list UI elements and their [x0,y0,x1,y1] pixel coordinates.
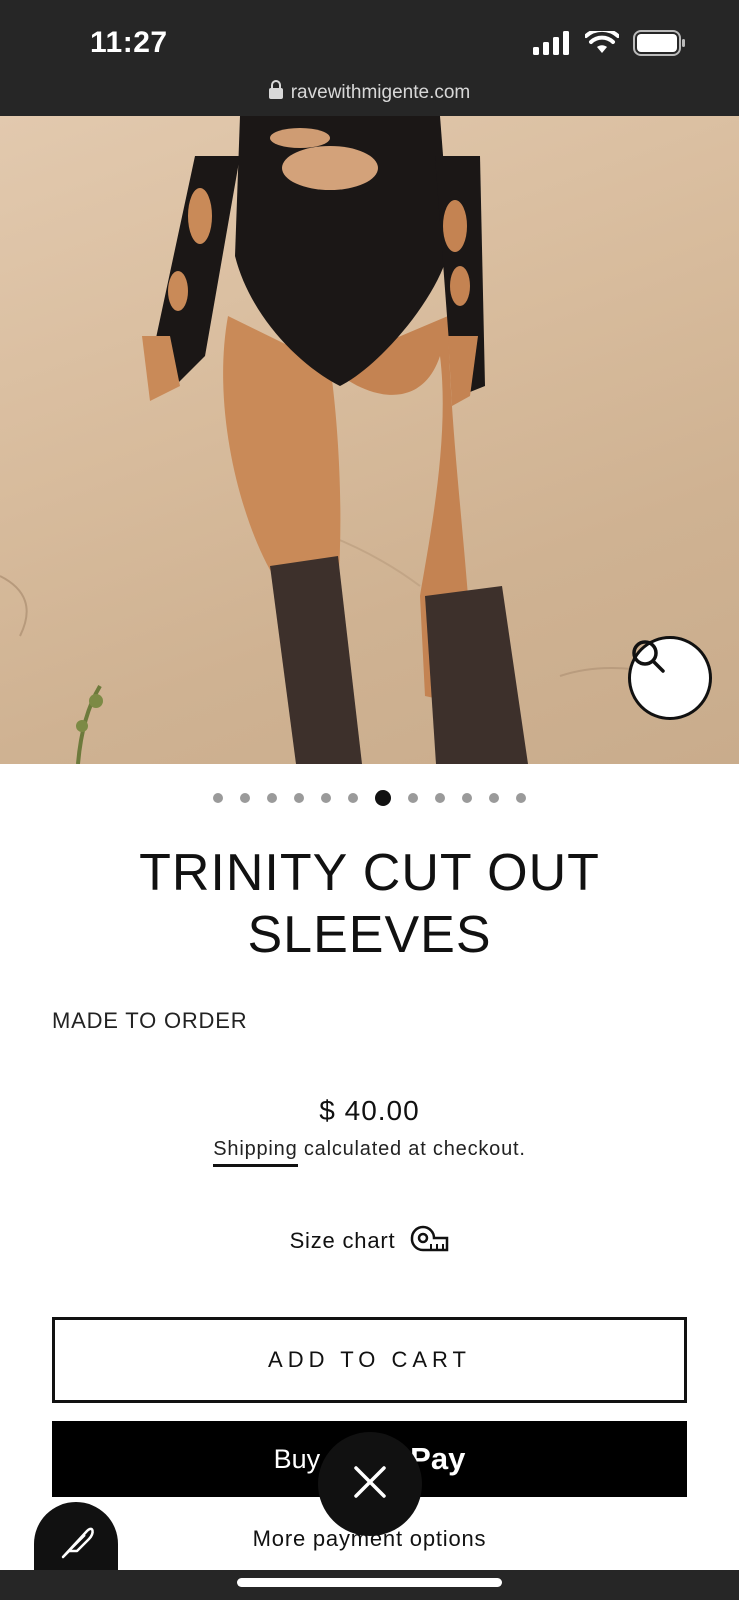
buy-left-label: Buy [273,1443,321,1474]
gallery-dot[interactable] [435,793,445,803]
shipping-text: calculated at checkout. [297,1138,526,1160]
add-to-cart-button[interactable]: ADD TO CART [52,1317,687,1403]
home-bar [0,1570,739,1600]
product-image[interactable] [0,116,739,764]
gallery-dot[interactable] [348,793,358,803]
tape-measure-icon [409,1224,449,1258]
size-chart-link[interactable]: Size chart [0,1224,739,1258]
feather-icon [57,1523,95,1566]
close-icon [353,1465,387,1504]
home-indicator[interactable] [237,1578,502,1587]
gallery-dot[interactable] [408,793,418,803]
status-bar: 11:27 ravewithmigente.com [0,0,739,116]
wifi-icon [584,27,620,60]
gallery-dot[interactable] [294,793,304,803]
url-text: ravewithmigente.com [290,81,471,103]
shipping-note: Shipping calculated at checkout. [0,1138,739,1167]
close-button[interactable] [318,1432,422,1536]
product-photo-illustration [0,116,701,764]
gallery-pagination [0,790,739,806]
battery-icon [633,30,687,61]
gallery-dot[interactable] [462,793,472,803]
size-chart-label: Size chart [289,1228,396,1253]
signal-icon [533,31,571,60]
status-icons [533,27,687,61]
gallery-dot[interactable] [240,793,250,803]
gallery-dot[interactable] [267,793,277,803]
product-price: $ 40.00 [319,1095,420,1126]
gallery-dot[interactable] [375,790,391,806]
availability-label: MADE TO ORDER [52,1008,248,1033]
url-bar[interactable]: ravewithmigente.com [0,80,739,105]
product-title: TRINITY CUT OUT SLEEVES [139,844,600,964]
shipping-link[interactable]: Shipping [213,1138,298,1167]
gallery-dot[interactable] [213,793,223,803]
zoom-button[interactable] [628,636,712,720]
gallery-dot[interactable] [489,793,499,803]
gallery-dot[interactable] [321,793,331,803]
lock-icon [268,80,283,105]
gallery-dot[interactable] [516,793,526,803]
status-time: 11:27 [90,26,168,59]
